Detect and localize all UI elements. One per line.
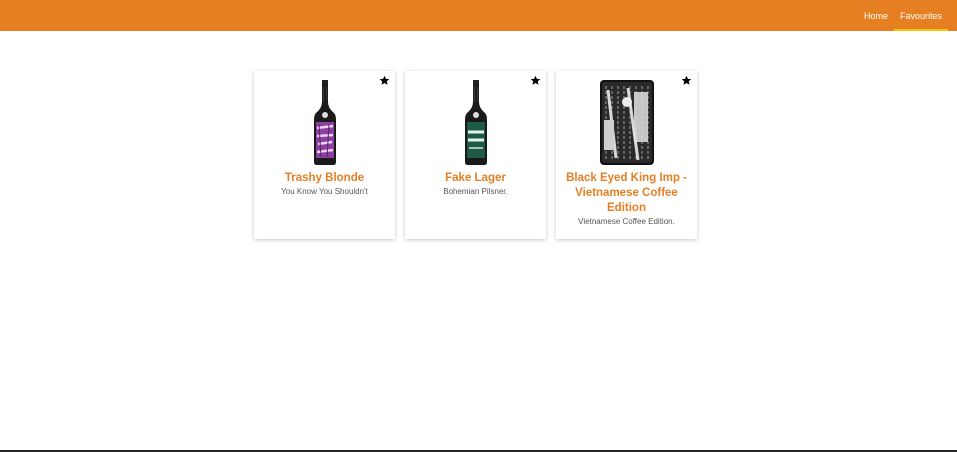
beer-name[interactable]: Trashy Blonde (262, 171, 387, 186)
favourites-list: Trashy Blonde You Know You Shouldn't Fak… (254, 71, 697, 239)
beer-image (564, 80, 689, 165)
top-navbar: Home Favourites (0, 0, 957, 31)
beer-image (413, 80, 538, 165)
beer-card[interactable]: Black Eyed King Imp - Vietnamese Coffee … (556, 71, 697, 239)
beer-name[interactable]: Black Eyed King Imp - Vietnamese Coffee … (564, 171, 689, 216)
star-icon[interactable] (379, 75, 390, 86)
beer-tagline: Vietnamese Coffee Edition. (578, 217, 675, 226)
beer-name[interactable]: Fake Lager (413, 171, 538, 186)
beer-image (262, 80, 387, 165)
nav-home-link[interactable]: Home (858, 0, 894, 31)
can-icon (599, 80, 654, 165)
bottle-icon (464, 80, 487, 165)
bottle-icon (313, 80, 336, 165)
nav-favourites-link[interactable]: Favourites (893, 0, 949, 31)
beer-card[interactable]: Trashy Blonde You Know You Shouldn't (254, 71, 395, 239)
nav-menu: Home Favourites (858, 0, 949, 31)
beer-tagline: Bohemian Pilsner. (443, 187, 508, 196)
beer-card[interactable]: Fake Lager Bohemian Pilsner. (405, 71, 546, 239)
beer-tagline: You Know You Shouldn't (281, 187, 368, 196)
star-icon[interactable] (530, 75, 541, 86)
star-icon[interactable] (681, 75, 692, 86)
